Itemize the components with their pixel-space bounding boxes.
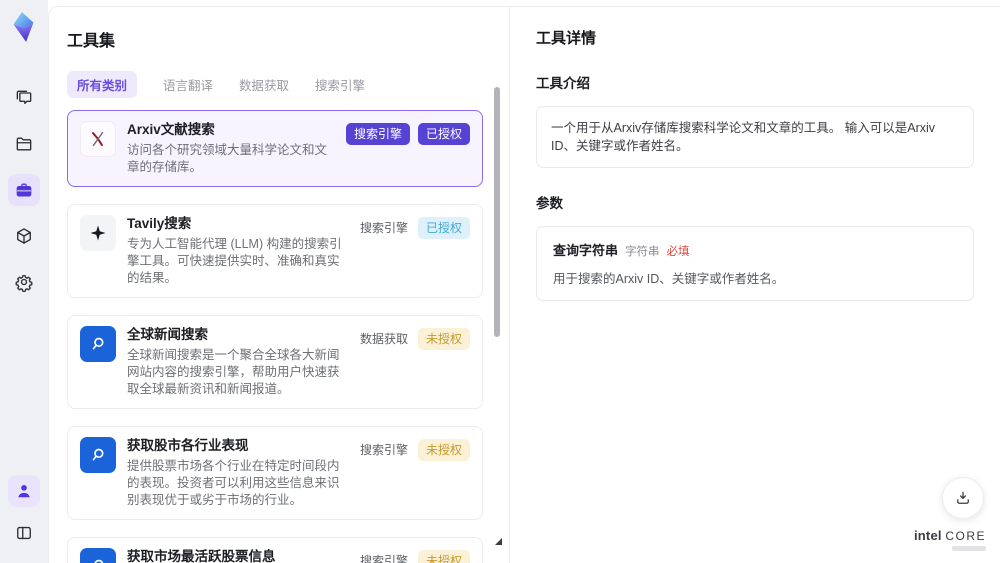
brand-subbar — [952, 546, 986, 551]
category-tabs: 所有类别 语言翻译 数据获取 搜索引擎 — [67, 71, 483, 98]
tool-name: 全球新闻搜索 — [127, 327, 208, 342]
list-scrollbar[interactable] — [494, 87, 500, 535]
tool-card-arxiv[interactable]: Arxiv文献搜索 访问各个研究领域大量科学论文和文章的存储库。 搜索引擎 已授… — [67, 110, 483, 187]
download-button[interactable] — [942, 477, 984, 519]
tool-description: 全球新闻搜索是一个聚合全球各大新闻网站内容的搜索引擎，帮助用户快速获取全球最新资… — [127, 348, 340, 396]
tool-name: 获取市场最活跃股票信息 — [127, 549, 276, 563]
rail-bottom — [8, 475, 40, 549]
toolbox-icon[interactable] — [8, 174, 40, 206]
tool-description: 专为人工智能代理 (LLM) 构建的搜索引擎工具。可快速提供实时、准确和真实的结… — [127, 237, 342, 285]
tool-description: 访问各个研究领域大量科学论文和文章的存储库。 — [127, 143, 328, 174]
detail-title: 工具详情 — [536, 30, 597, 47]
category-badge: 搜索引擎 — [359, 554, 408, 563]
arxiv-logo-icon — [80, 121, 116, 157]
scroll-end-indicator — [495, 538, 502, 545]
chat-icon[interactable] — [8, 82, 40, 114]
tool-list: Arxiv文献搜索 访问各个研究领域大量科学论文和文章的存储库。 搜索引擎 已授… — [67, 110, 483, 563]
page-title: 工具集 — [67, 33, 116, 50]
param-required-badge: 必填 — [666, 246, 690, 258]
folder-icon[interactable] — [8, 128, 40, 160]
tool-name: Arxiv文献搜索 — [127, 122, 215, 137]
blue-search-icon — [80, 548, 116, 563]
scrollbar-thumb[interactable] — [494, 87, 500, 337]
category-badge: 搜索引擎 — [345, 123, 410, 145]
brand-intel: intel — [913, 528, 942, 543]
tool-intro-text: 一个用于从Arxiv存储库搜索科学论文和文章的工具。 输入可以是Arxiv ID… — [536, 106, 974, 168]
tool-name: 获取股市各行业表现 — [127, 438, 249, 453]
tab-search-engine[interactable]: 搜索引擎 — [315, 71, 365, 98]
category-badge: 搜索引擎 — [359, 443, 408, 457]
tool-card-global-news[interactable]: 全球新闻搜索 全球新闻搜索是一个聚合全球各大新闻网站内容的搜索引擎，帮助用户快速… — [67, 315, 483, 409]
rail-nav — [8, 82, 40, 298]
category-badge: 数据获取 — [359, 332, 408, 346]
param-name: 查询字符串 — [553, 243, 619, 258]
tab-language-translation[interactable]: 语言翻译 — [163, 71, 213, 98]
auth-badge: 已授权 — [417, 217, 470, 239]
tool-name: Tavily搜索 — [127, 216, 192, 231]
param-description: 用于搜索的Arxiv ID、关键字或作者姓名。 — [553, 272, 785, 286]
param-type: 字符串 — [625, 246, 660, 258]
category-badge: 搜索引擎 — [359, 221, 408, 235]
tool-card-sector-performance[interactable]: 获取股市各行业表现 提供股票市场各个行业在特定时间段内的表现。投资者可以利用这些… — [67, 426, 483, 520]
tool-detail-pane: 工具详情 工具介绍 一个用于从Arxiv存储库搜索科学论文和文章的工具。 输入可… — [509, 7, 1000, 563]
main-panel: 工具集 所有类别 语言翻译 数据获取 搜索引擎 Arxiv文献搜索 访问各个研究… — [48, 6, 1000, 563]
tab-data-fetch[interactable]: 数据获取 — [239, 71, 289, 98]
panel-icon[interactable] — [8, 517, 40, 549]
tool-description: 提供股票市场各个行业在特定时间段内的表现。投资者可以利用这些信息来识别表现优于或… — [127, 459, 340, 507]
brand-core: core — [945, 529, 986, 543]
gear-icon[interactable] — [8, 266, 40, 298]
intel-core-logo: intel core — [914, 528, 986, 551]
auth-badge: 未授权 — [417, 328, 470, 350]
params-heading: 参数 — [536, 196, 563, 211]
left-rail — [0, 0, 48, 563]
parameter-card: 查询字符串 字符串 必填 用于搜索的Arxiv ID、关键字或作者姓名。 — [536, 226, 974, 301]
tool-card-most-active-stocks[interactable]: 获取市场最活跃股票信息 提供当天交易量最高的股票列表。投资者可以利用这些信息来识… — [67, 537, 483, 563]
cube-icon[interactable] — [8, 220, 40, 252]
auth-badge: 未授权 — [417, 439, 470, 461]
blue-search-icon — [80, 437, 116, 473]
download-icon — [957, 491, 969, 504]
blue-search-icon — [80, 326, 116, 362]
toolset-pane: 工具集 所有类别 语言翻译 数据获取 搜索引擎 Arxiv文献搜索 访问各个研究… — [49, 7, 509, 563]
tool-card-tavily[interactable]: Tavily搜索 专为人工智能代理 (LLM) 构建的搜索引擎工具。可快速提供实… — [67, 204, 483, 298]
auth-badge: 未授权 — [417, 550, 470, 563]
auth-badge: 已授权 — [417, 123, 470, 145]
app-logo[interactable] — [8, 10, 40, 44]
user-icon[interactable] — [8, 475, 40, 507]
intro-heading: 工具介绍 — [536, 76, 590, 91]
tavily-star-icon — [80, 215, 116, 251]
tab-all-categories[interactable]: 所有类别 — [67, 71, 138, 98]
